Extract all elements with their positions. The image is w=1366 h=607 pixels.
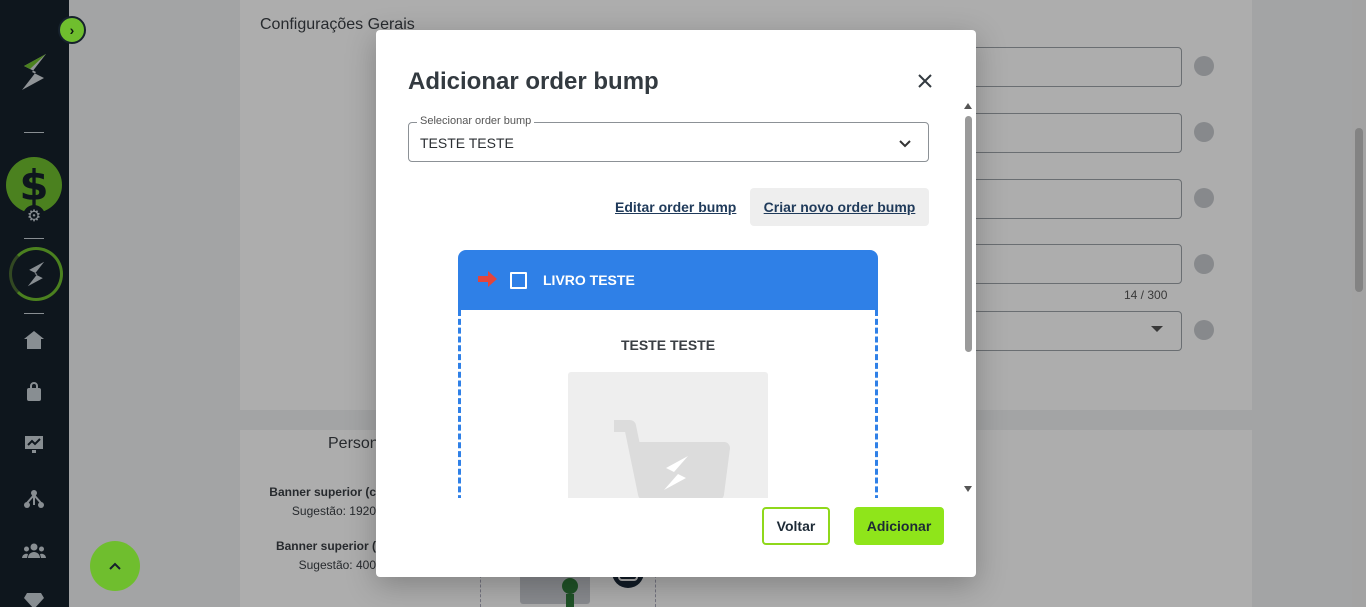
select-label: Selecionar order bump [417, 115, 535, 127]
order-bump-select[interactable]: Selecionar order bump TESTE TESTE [408, 115, 929, 162]
order-bump-checkbox[interactable] [510, 272, 527, 289]
arrow-right-icon [478, 270, 498, 288]
modal-scroll-thumb[interactable] [965, 116, 972, 352]
chevron-down-icon [897, 135, 913, 151]
edit-order-bump-link[interactable]: Editar order bump [615, 199, 736, 215]
cart-placeholder-icon [568, 372, 768, 498]
modal-scrollbar[interactable] [962, 100, 974, 498]
order-bump-preview-header: LIVRO TESTE [458, 250, 878, 310]
order-bump-offer-name: TESTE TESTE [620, 337, 716, 353]
back-button[interactable]: Voltar [762, 507, 830, 545]
scroll-to-top-button[interactable] [90, 541, 140, 591]
create-order-bump-button[interactable]: Criar novo order bump [750, 188, 929, 226]
modal-title: Adicionar order bump [408, 68, 659, 95]
order-bump-preview-body: TESTE TESTE [458, 310, 878, 498]
add-order-bump-modal: Adicionar order bump Selecionar order bu… [376, 30, 976, 577]
order-bump-product-title: LIVRO TESTE [543, 272, 635, 288]
close-icon[interactable] [912, 68, 938, 94]
add-button[interactable]: Adicionar [854, 507, 944, 545]
scroll-down-icon[interactable] [964, 486, 972, 492]
select-value: TESTE TESTE [420, 135, 514, 151]
chevron-right-icon[interactable]: › [58, 16, 86, 44]
modal-body: Selecionar order bump TESTE TESTE Editar… [376, 100, 964, 498]
scroll-up-icon[interactable] [964, 103, 972, 109]
